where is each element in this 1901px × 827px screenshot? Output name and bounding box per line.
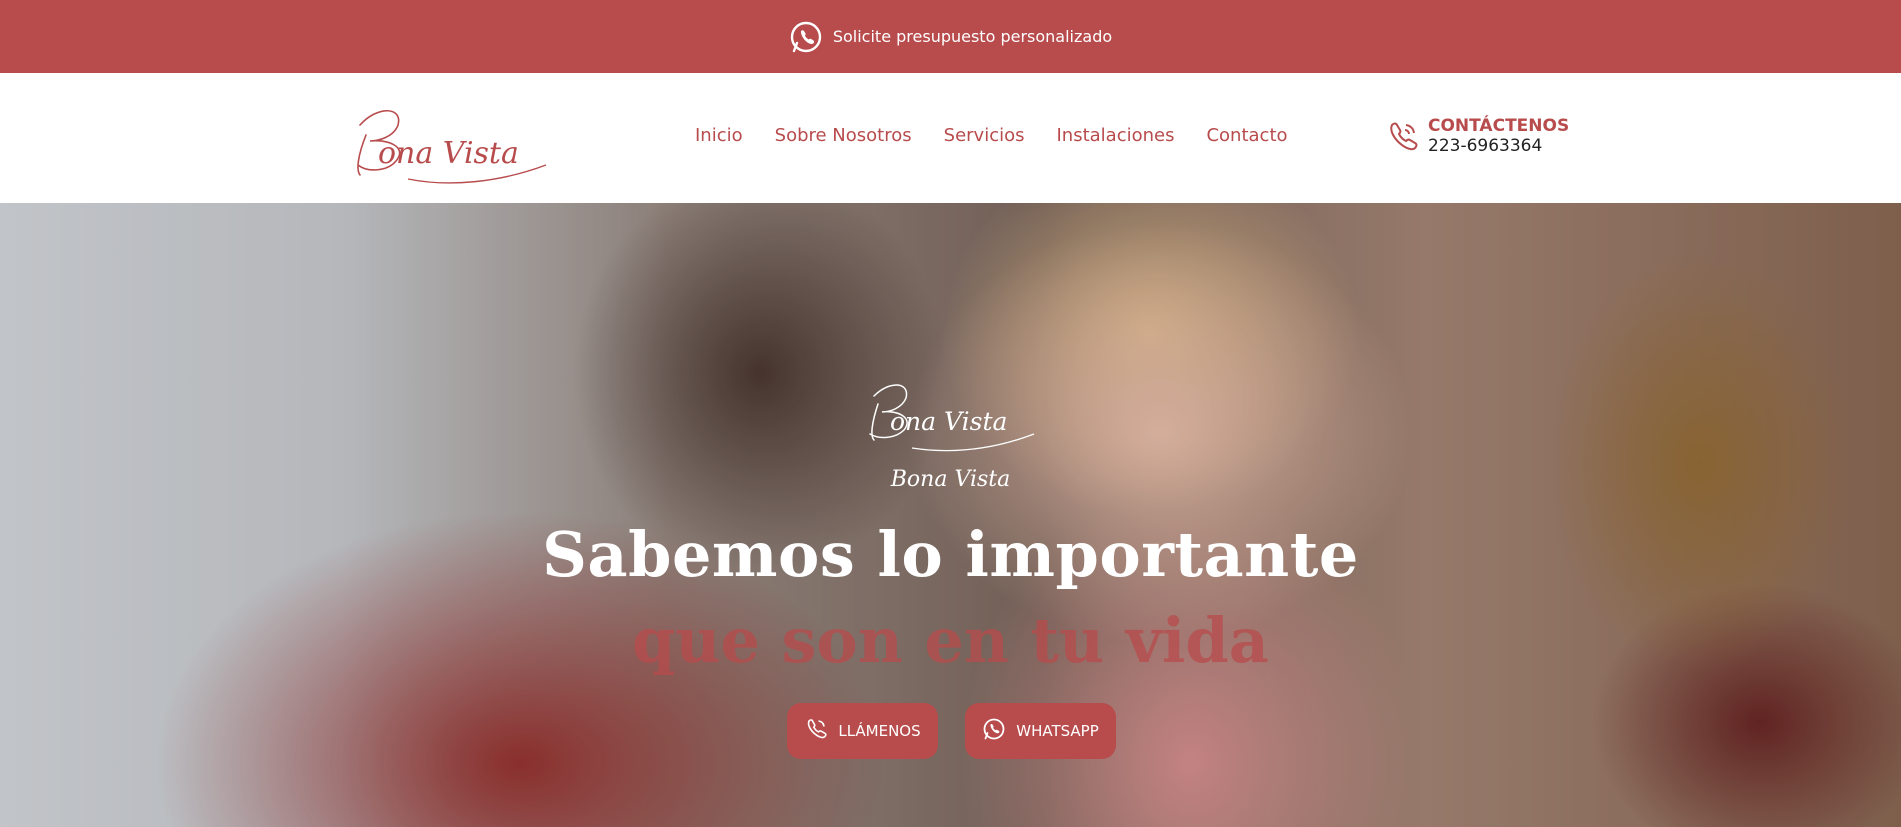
hero-section: ona Vista Bona Vista Sabemos lo importan… xyxy=(0,203,1901,827)
hero-subheadline: que son en tu vida xyxy=(632,604,1269,677)
site-header: ona Vista Inicio Sobre Nosotros Servicio… xyxy=(0,73,1901,203)
whatsapp-icon xyxy=(789,20,823,54)
hero-background-image xyxy=(0,203,1901,827)
header-contact[interactable]: CONTÁCTENOS 223-6963364 xyxy=(1384,117,1569,157)
whatsapp-icon xyxy=(982,717,1006,745)
call-button-label: LLÁMENOS xyxy=(838,722,921,740)
nav-item-servicios[interactable]: Servicios xyxy=(944,125,1025,146)
topbar-text: Solicite presupuesto personalizado xyxy=(832,27,1113,46)
phone-icon xyxy=(804,717,828,745)
hero-logo: ona Vista xyxy=(862,378,1040,453)
contact-phone[interactable]: 223-6963364 xyxy=(1428,136,1569,157)
nav-item-inicio[interactable]: Inicio xyxy=(695,125,743,146)
nav-item-sobre-nosotros[interactable]: Sobre Nosotros xyxy=(775,125,912,146)
nav-item-instalaciones[interactable]: Instalaciones xyxy=(1056,125,1174,146)
hero-headline: Sabemos lo importante xyxy=(542,518,1359,591)
contact-title: CONTÁCTENOS xyxy=(1428,116,1570,136)
main-nav: Inicio Sobre Nosotros Servicios Instalac… xyxy=(695,125,1288,146)
logo[interactable]: ona Vista xyxy=(348,95,552,185)
call-button[interactable]: LLÁMENOS xyxy=(787,703,938,759)
phone-icon xyxy=(1384,119,1420,155)
top-announcement-bar[interactable]: Solicite presupuesto personalizado xyxy=(0,0,1901,73)
hero-brand-name: Bona Vista xyxy=(890,467,1011,492)
svg-text:ona Vista: ona Vista xyxy=(890,407,1007,436)
whatsapp-button[interactable]: WHATSAPP xyxy=(965,703,1116,759)
nav-item-contacto[interactable]: Contacto xyxy=(1206,125,1287,146)
svg-text:ona Vista: ona Vista xyxy=(378,136,519,171)
whatsapp-button-label: WHATSAPP xyxy=(1016,722,1099,740)
